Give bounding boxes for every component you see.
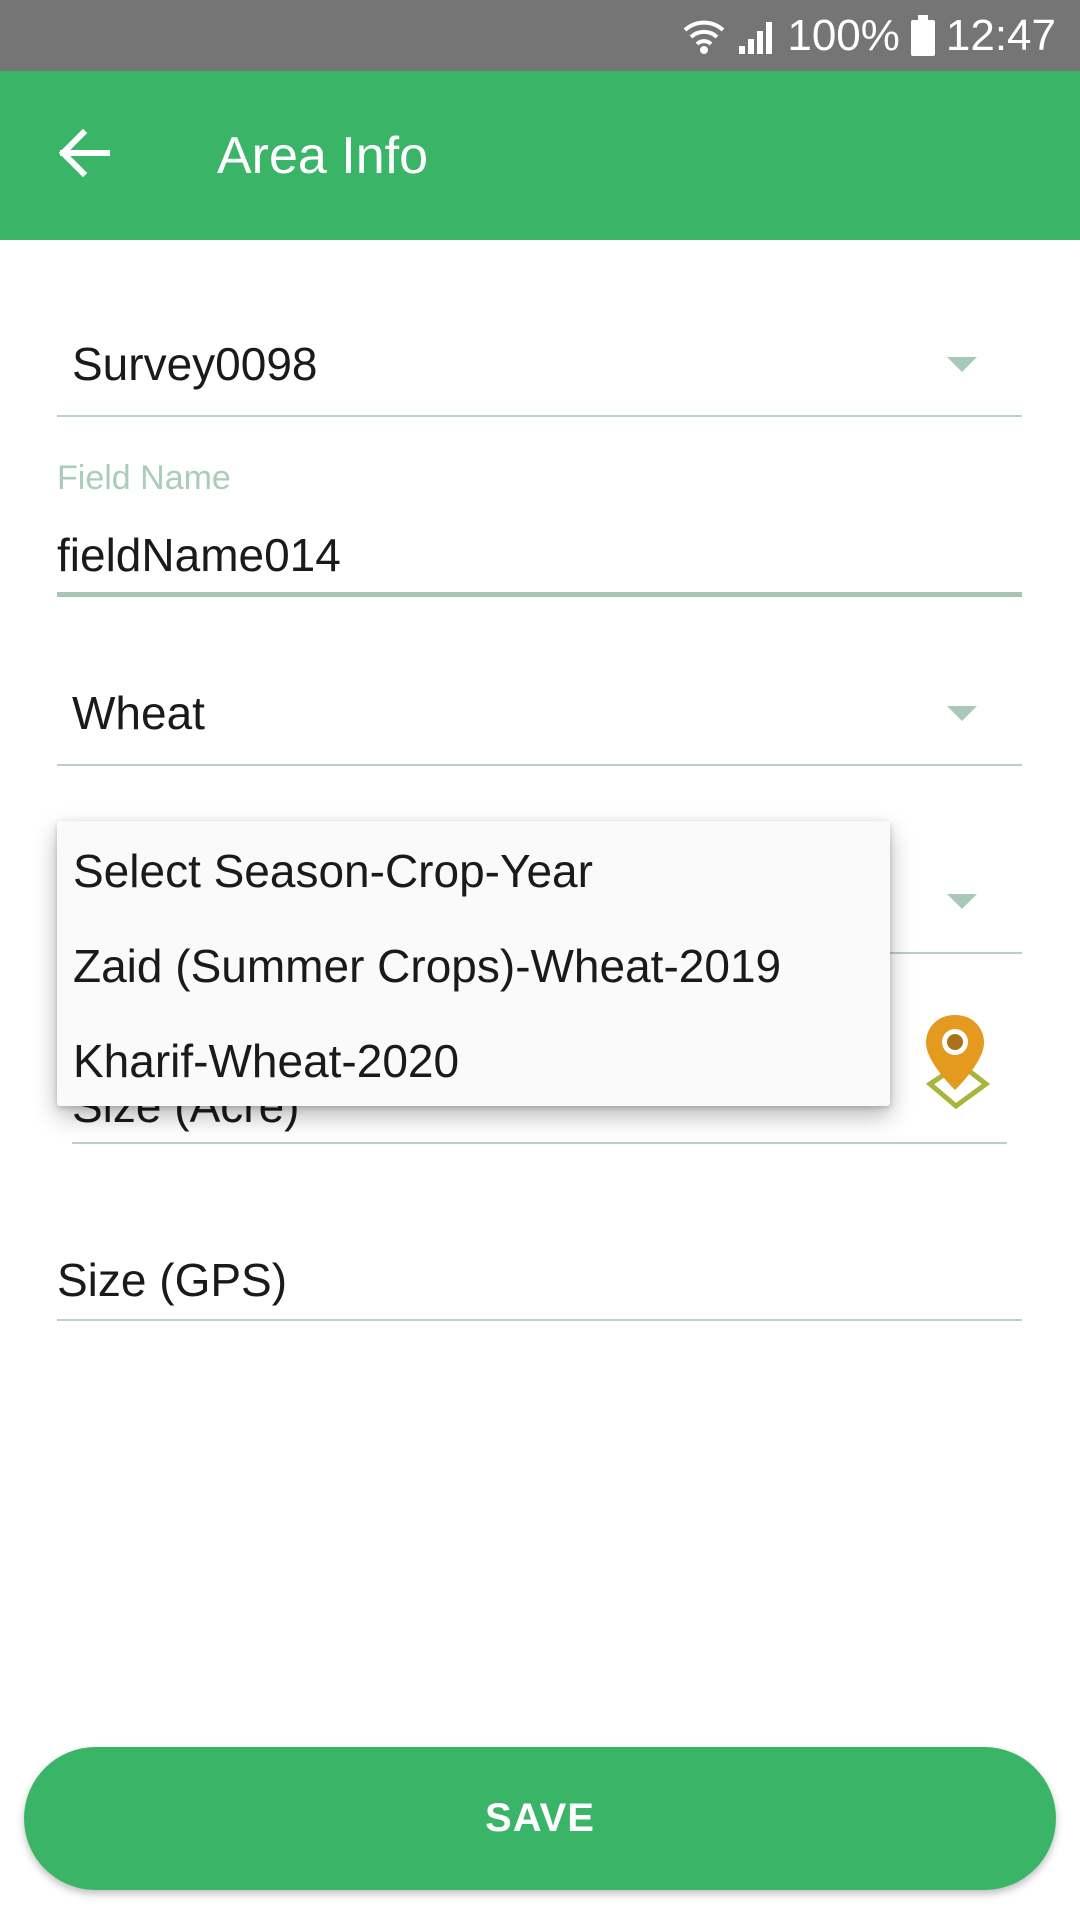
survey-spinner-value: Survey0098	[72, 338, 318, 390]
size-gps-underline	[57, 1319, 1022, 1321]
season-dropdown-menu: Select Season-Crop-Year Zaid (Summer Cro…	[57, 821, 890, 1106]
signal-icon	[737, 16, 777, 56]
save-button[interactable]: SAVE	[24, 1747, 1056, 1890]
field-name-value: fieldName014	[57, 529, 341, 581]
status-bar: 100% 12:47	[0, 0, 1080, 71]
crop-spinner-value: Wheat	[72, 687, 205, 739]
size-acre-underline	[72, 1142, 1007, 1144]
dropdown-arrow-icon	[947, 357, 977, 372]
dropdown-option[interactable]: Select Season-Crop-Year	[73, 843, 593, 899]
screen: 100% 12:47 Area Info Survey0098 Field Na…	[0, 0, 1080, 1920]
battery-icon	[910, 15, 936, 57]
clock: 12:47	[945, 11, 1056, 60]
dropdown-arrow-icon	[947, 706, 977, 721]
battery-percent: 100%	[787, 11, 900, 60]
arrow-left-icon	[57, 128, 111, 182]
back-button[interactable]	[42, 119, 126, 191]
dropdown-option[interactable]: Kharif-Wheat-2020	[73, 1033, 459, 1089]
crop-spinner-underline	[57, 764, 1022, 766]
page-title: Area Info	[217, 127, 429, 185]
app-bar: Area Info	[0, 71, 1080, 240]
survey-spinner-underline	[57, 415, 1022, 417]
dropdown-arrow-icon	[947, 894, 977, 909]
status-icons: 100% 12:47	[681, 8, 1056, 64]
dropdown-option[interactable]: Zaid (Summer Crops)-Wheat-2019	[73, 938, 781, 994]
field-name-underline	[57, 592, 1022, 597]
field-name-label: Field Name	[57, 459, 231, 497]
wifi-icon	[681, 16, 727, 56]
size-gps-placeholder: Size (GPS)	[57, 1254, 288, 1306]
map-pin-icon[interactable]	[920, 1012, 991, 1112]
